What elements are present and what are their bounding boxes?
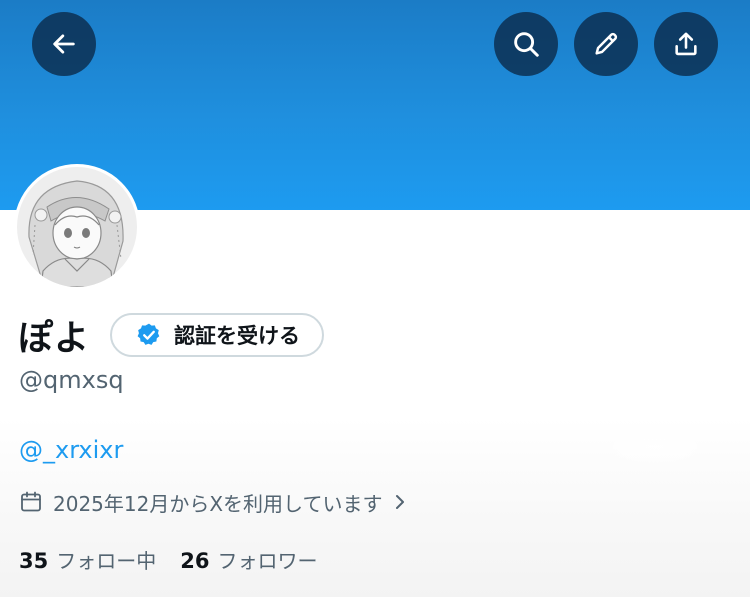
name-row: ぽよ 認証を受ける [18, 309, 325, 361]
followers-stat[interactable]: 26 フォロワー [180, 545, 317, 574]
screen-glare [600, 428, 710, 466]
get-verified-label: 認証を受ける [174, 324, 301, 348]
user-handle: @qmxsq [19, 366, 124, 394]
get-verified-button[interactable]: 認証を受ける [110, 313, 325, 357]
following-label: フォロー中 [56, 548, 157, 573]
search-button[interactable] [494, 12, 558, 76]
following-stat[interactable]: 35 フォロー中 [19, 545, 156, 574]
share-icon [675, 32, 697, 56]
edit-button[interactable] [574, 12, 638, 76]
share-button[interactable] [654, 12, 718, 76]
avatar[interactable] [14, 164, 140, 290]
search-icon [514, 32, 539, 57]
calendar-icon [21, 491, 41, 512]
avatar-illustration [17, 167, 137, 287]
follow-stats: 35 フォロー中 26 フォロワー [19, 544, 317, 574]
profile-screen: ぽよ 認証を受ける @qmxsq @_xrxixr 2025年12月からXを利用… [0, 0, 750, 597]
display-name: ぽよ [18, 318, 91, 359]
bio-mention-link[interactable]: @_xrxixr [19, 436, 123, 464]
arrow-left-icon [53, 34, 75, 54]
back-button[interactable] [32, 12, 96, 76]
joined-date-row[interactable]: 2025年12月からXを利用しています [19, 487, 408, 517]
followers-count: 26 [180, 548, 210, 573]
verified-badge-icon [137, 323, 160, 345]
chevron-right-icon [396, 495, 405, 509]
joined-date-text: 2025年12月からXを利用しています [53, 491, 383, 516]
pencil-icon [595, 32, 618, 55]
following-count: 35 [19, 548, 49, 573]
followers-label: フォロワー [217, 548, 318, 573]
